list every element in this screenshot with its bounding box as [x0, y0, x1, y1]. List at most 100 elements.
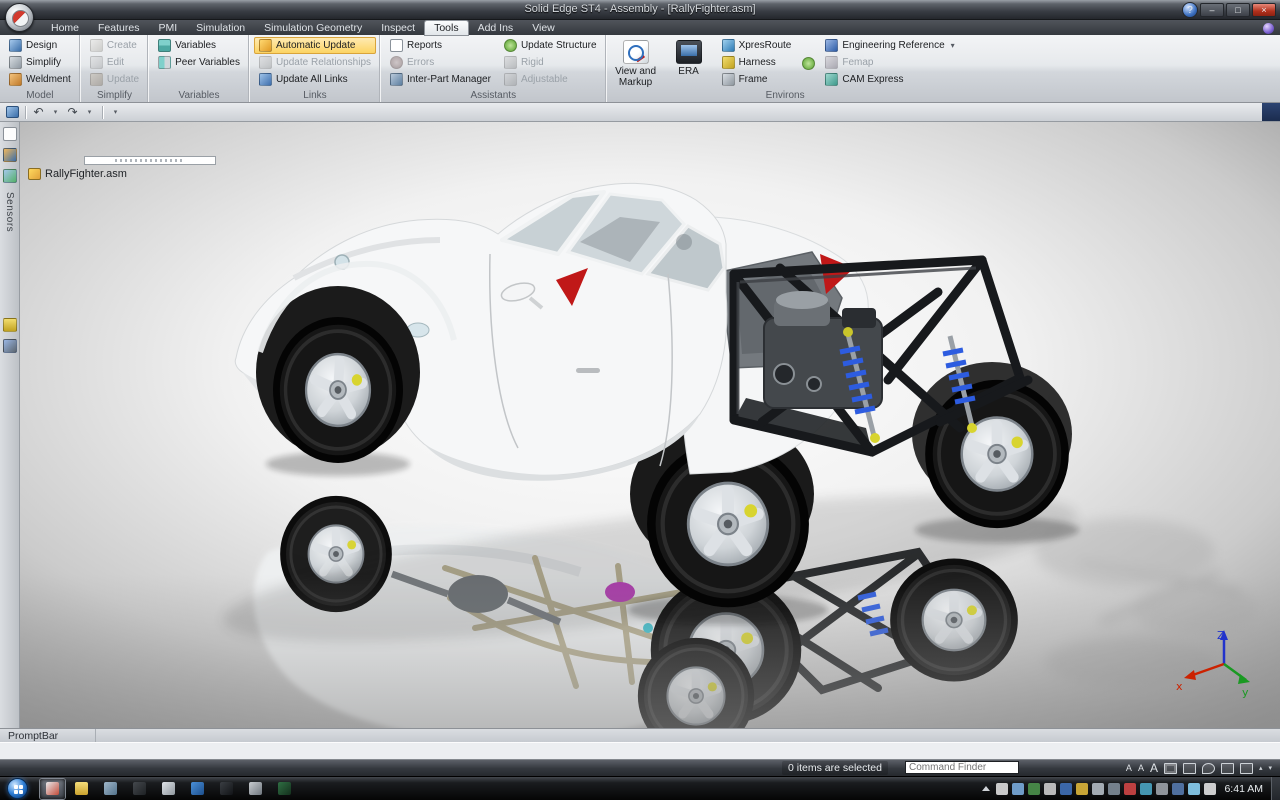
taskbar-app-8[interactable]: [272, 779, 297, 799]
redo-dropdown[interactable]: ▾: [82, 105, 97, 120]
tray-icon[interactable]: [1204, 783, 1216, 795]
tray-icon[interactable]: [1012, 783, 1024, 795]
increase-text-icon[interactable]: A: [1150, 763, 1158, 773]
tab-pmi[interactable]: PMI: [149, 21, 186, 35]
taskbar-app-3[interactable]: [127, 779, 152, 799]
design-button[interactable]: Design: [4, 37, 76, 54]
3d-viewport-scene[interactable]: [20, 122, 1280, 728]
tab-add-ins[interactable]: Add Ins: [469, 21, 523, 35]
close-button[interactable]: ×: [1252, 3, 1276, 17]
tray-icon[interactable]: [1188, 783, 1200, 795]
variables-button[interactable]: Variables: [153, 37, 245, 54]
document-node[interactable]: RallyFighter.asm: [28, 168, 127, 180]
taskbar-app-6[interactable]: [214, 779, 239, 799]
theme-sphere-icon[interactable]: [1263, 23, 1274, 34]
simplify-button[interactable]: Simplify: [4, 54, 76, 71]
tray-icon[interactable]: [1060, 783, 1072, 795]
inter-part-manager-button[interactable]: Inter-Part Manager: [385, 71, 496, 88]
layers-panel-icon[interactable]: [3, 318, 17, 332]
edit-button: Edit: [85, 54, 144, 71]
tray-icon[interactable]: [996, 783, 1008, 795]
weldment-button[interactable]: Weldment: [4, 71, 76, 88]
tray-icon[interactable]: [1092, 783, 1104, 795]
tray-icon[interactable]: [1124, 783, 1136, 795]
redo-button[interactable]: ↷: [65, 105, 80, 120]
hidden-icons-arrow[interactable]: [982, 786, 990, 791]
update-all-links-button[interactable]: Update All Links: [254, 71, 376, 88]
tray-icon[interactable]: [1076, 783, 1088, 795]
decrease-text-icon[interactable]: A: [1126, 763, 1132, 773]
tray-icon[interactable]: [1172, 783, 1184, 795]
fit-view-icon[interactable]: [1164, 763, 1177, 774]
reports-button[interactable]: Reports: [385, 37, 496, 54]
tab-simulation-geometry[interactable]: Simulation Geometry: [255, 21, 371, 35]
command-finder[interactable]: [905, 761, 1019, 774]
rotate-view-icon[interactable]: [1240, 763, 1253, 774]
tab-view[interactable]: View: [523, 21, 564, 35]
view-and-markup-button[interactable]: View and Markup: [611, 37, 661, 90]
era-button[interactable]: ERA: [664, 37, 714, 90]
panel-tab-strip: Sensors: [0, 122, 20, 728]
tray-icon[interactable]: [1108, 783, 1120, 795]
update-structure-button[interactable]: Update Structure: [499, 37, 602, 54]
group-label-simplify: Simplify: [85, 90, 144, 102]
taskbar-clock[interactable]: 6:41 AM: [1224, 783, 1263, 795]
zoom-area-icon[interactable]: [1183, 763, 1196, 774]
maximize-button[interactable]: □: [1226, 3, 1250, 17]
status-options-up-icon[interactable]: ▴: [1259, 764, 1263, 772]
tray-icon[interactable]: [1156, 783, 1168, 795]
taskbar-app-solid-edge[interactable]: [40, 779, 65, 799]
undo-dropdown[interactable]: ▾: [48, 105, 63, 120]
select-tool-button[interactable]: [5, 105, 20, 120]
family-of-assemblies-icon[interactable]: [3, 148, 17, 162]
start-button[interactable]: [7, 778, 28, 799]
group-label-model: Model: [4, 90, 76, 102]
xpresroute-label: XpresRoute: [739, 40, 792, 51]
automatic-update-label: Automatic Update: [276, 40, 356, 51]
taskbar-app-5[interactable]: [185, 779, 210, 799]
parts-library-icon[interactable]: [3, 169, 17, 183]
engineering-reference-button[interactable]: Engineering Reference▾: [820, 37, 959, 54]
help-button[interactable]: ?: [1182, 2, 1198, 18]
xpresroute-button[interactable]: XpresRoute: [717, 37, 797, 54]
pathfinder-tab-icon[interactable]: [3, 127, 17, 141]
frame-button[interactable]: Frame: [717, 71, 797, 88]
tray-icon[interactable]: [1044, 783, 1056, 795]
cam-express-button[interactable]: CAM Express: [820, 71, 959, 88]
pathfinder-collapsed-bar[interactable]: [84, 156, 216, 165]
decrease-text-icon[interactable]: A: [1138, 763, 1144, 773]
minimize-button[interactable]: –: [1200, 3, 1224, 17]
taskbar-app-2[interactable]: [98, 779, 123, 799]
command-finder-input[interactable]: [906, 762, 1044, 773]
edit-label: Edit: [107, 57, 124, 68]
tab-simulation[interactable]: Simulation: [187, 21, 254, 35]
taskbar-app-4[interactable]: [156, 779, 181, 799]
harness-button[interactable]: Harness: [717, 54, 797, 71]
environs-sync-button[interactable]: [799, 55, 817, 72]
taskbar-app-7[interactable]: [243, 779, 268, 799]
taskbar-app-explorer[interactable]: [69, 779, 94, 799]
tab-home[interactable]: Home: [42, 21, 88, 35]
selection-tools-icon[interactable]: [3, 339, 17, 353]
show-desktop-button[interactable]: [1271, 777, 1280, 800]
3d-viewport[interactable]: RallyFighter.asm Z x y: [20, 122, 1280, 728]
svg-text:Z: Z: [1217, 629, 1225, 642]
tab-tools[interactable]: Tools: [425, 21, 468, 35]
automatic-update-button[interactable]: Automatic Update: [254, 37, 376, 54]
tray-icon[interactable]: [1028, 783, 1040, 795]
tab-features[interactable]: Features: [89, 21, 148, 35]
create-button: Create: [85, 37, 144, 54]
zoom-icon[interactable]: [1202, 763, 1215, 774]
tab-inspect[interactable]: Inspect: [372, 21, 424, 35]
peer-variables-button[interactable]: Peer Variables: [153, 54, 245, 71]
adjustable-button: Adjustable: [499, 71, 602, 88]
application-button[interactable]: [5, 3, 34, 32]
sensors-panel-tab[interactable]: Sensors: [4, 190, 15, 234]
status-options-down-icon[interactable]: ▾: [1268, 764, 1272, 772]
panel-dock-strip[interactable]: [1262, 103, 1280, 121]
era-icon: [676, 40, 702, 64]
toolbar-options-dropdown[interactable]: ▾: [108, 105, 123, 120]
pan-icon[interactable]: [1221, 763, 1234, 774]
tray-icon[interactable]: [1140, 783, 1152, 795]
undo-button[interactable]: ↶: [31, 105, 46, 120]
